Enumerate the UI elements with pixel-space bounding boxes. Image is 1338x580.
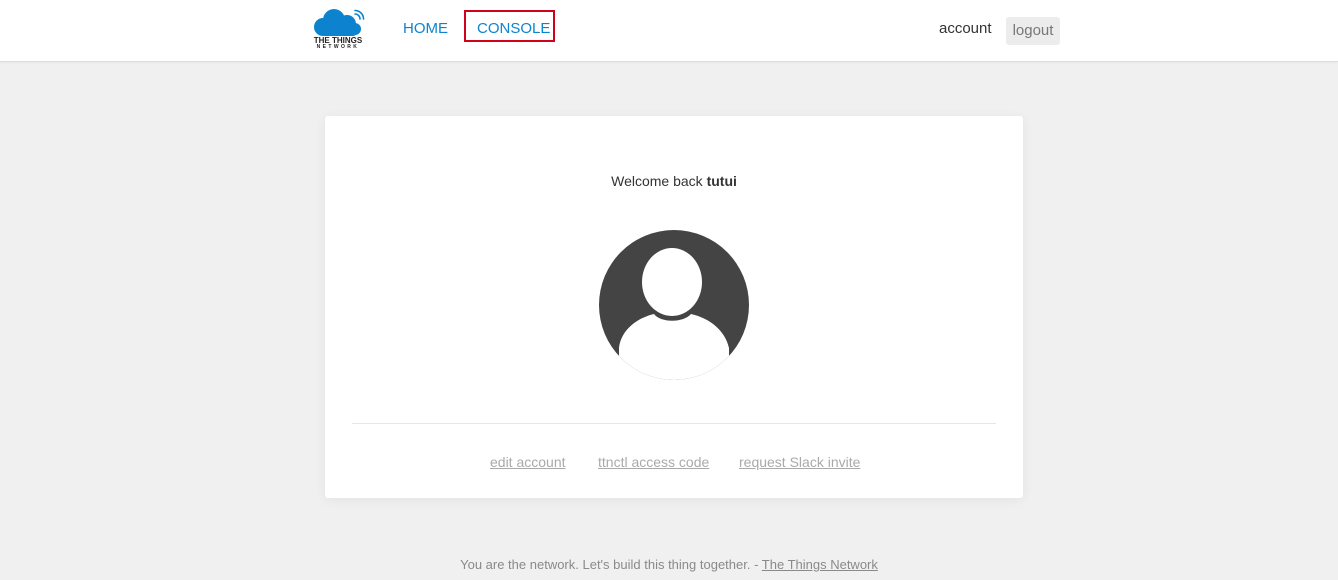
nav-home-link[interactable]: HOME [403, 19, 448, 39]
ttnctl-access-code-link[interactable]: ttnctl access code [598, 453, 709, 471]
nav-console-link[interactable]: CONSOLE [477, 19, 550, 39]
footer-ttn-link[interactable]: The Things Network [762, 557, 878, 572]
card-divider [352, 423, 996, 424]
profile-card: Welcome back tutui edit account ttnctl a… [325, 116, 1023, 498]
request-slack-invite-link[interactable]: request Slack invite [739, 453, 860, 471]
cloud-wifi-icon [314, 9, 365, 36]
top-navigation-bar: THE THINGS NETWORK HOME CONSOLE account … [0, 0, 1338, 62]
footer-text: You are the network. Let's build this th… [460, 557, 762, 572]
user-avatar-icon [599, 230, 749, 380]
account-link[interactable]: account [939, 19, 992, 39]
footer: You are the network. Let's build this th… [0, 556, 1338, 574]
username: tutui [706, 173, 737, 189]
the-things-network-logo[interactable]: THE THINGS NETWORK [309, 7, 367, 53]
logout-button[interactable]: logout [1006, 17, 1060, 45]
welcome-message: Welcome back tutui [325, 172, 1023, 190]
logo-text-line2: NETWORK [316, 44, 360, 50]
welcome-prefix: Welcome back [611, 173, 707, 189]
edit-account-link[interactable]: edit account [490, 453, 566, 471]
